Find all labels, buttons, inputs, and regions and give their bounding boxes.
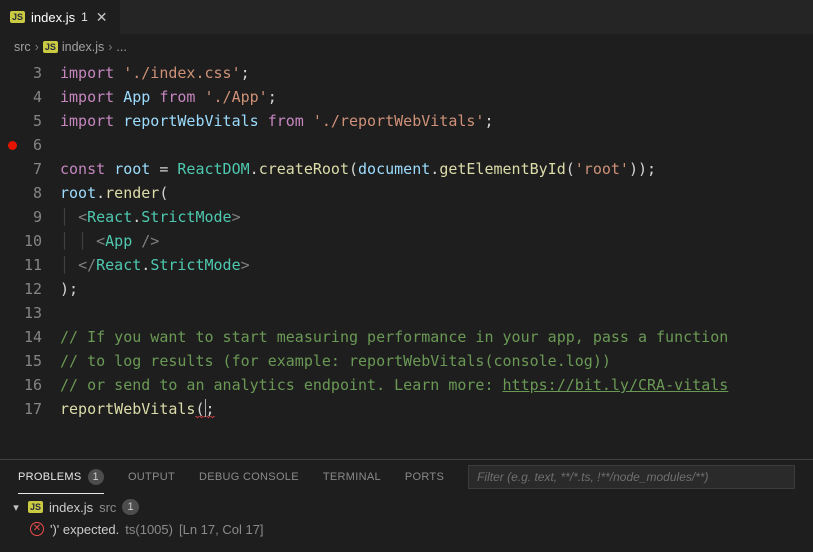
line-number: 7 <box>0 157 60 181</box>
breadcrumb-seg-src[interactable]: src <box>14 40 31 54</box>
chevron-down-icon[interactable]: ▾ <box>10 501 22 514</box>
line-number: 10 <box>0 229 60 253</box>
problem-file-folder: src <box>99 500 116 515</box>
problems-filter <box>468 465 795 489</box>
tab-dirty-indicator: 1 <box>81 10 88 24</box>
filter-input[interactable] <box>468 465 795 489</box>
tab-index-js[interactable]: JS index.js 1 ✕ <box>0 0 121 34</box>
line-number: 3 <box>0 61 60 85</box>
js-icon: JS <box>28 501 43 513</box>
line-number: 16 <box>0 373 60 397</box>
breadcrumb-seg-more[interactable]: ... <box>116 40 126 54</box>
code-lines: 3import './index.css'; 4import App from … <box>0 59 813 421</box>
tab-output[interactable]: OUTPUT <box>128 460 175 494</box>
line-number: 14 <box>0 325 60 349</box>
learn-more-link[interactable]: https://bit.ly/CRA-vitals <box>503 376 729 394</box>
line-number: 6 <box>0 133 60 157</box>
problem-code: ts(1005) <box>125 522 173 537</box>
breadcrumb: src › JS index.js › ... <box>0 35 813 59</box>
tab-label: index.js <box>31 10 75 25</box>
close-icon[interactable]: ✕ <box>94 9 110 26</box>
chevron-right-icon: › <box>108 40 112 54</box>
panel-tab-bar: PROBLEMS 1 OUTPUT DEBUG CONSOLE TERMINAL… <box>0 460 813 494</box>
js-icon: JS <box>43 41 58 53</box>
tab-bar: JS index.js 1 ✕ <box>0 0 813 35</box>
line-number: 11 <box>0 253 60 277</box>
breadcrumb-seg-file[interactable]: index.js <box>62 40 104 54</box>
problems-count-badge: 1 <box>88 469 104 485</box>
problems-list: ▾ JS index.js src 1 ✕ ')' expected. ts(1… <box>0 494 813 540</box>
tab-ports[interactable]: PORTS <box>405 460 444 494</box>
line-number: 5 <box>0 109 60 133</box>
line-number: 4 <box>0 85 60 109</box>
bottom-panel: PROBLEMS 1 OUTPUT DEBUG CONSOLE TERMINAL… <box>0 459 813 551</box>
problem-location: [Ln 17, Col 17] <box>179 522 264 537</box>
problem-item[interactable]: ✕ ')' expected. ts(1005) [Ln 17, Col 17] <box>10 518 803 540</box>
problem-message: ')' expected. <box>50 522 119 537</box>
line-number: 13 <box>0 301 60 325</box>
line-number: 17 <box>0 397 60 421</box>
line-number: 8 <box>0 181 60 205</box>
error-icon: ✕ <box>30 522 44 536</box>
editor[interactable]: 3import './index.css'; 4import App from … <box>0 59 813 459</box>
line-number: 9 <box>0 205 60 229</box>
problem-file-row[interactable]: ▾ JS index.js src 1 <box>10 496 803 518</box>
problem-file-name: index.js <box>49 500 93 515</box>
breakpoint-icon[interactable] <box>8 141 17 150</box>
tab-terminal[interactable]: TERMINAL <box>323 460 381 494</box>
line-number: 15 <box>0 349 60 373</box>
tab-problems[interactable]: PROBLEMS 1 <box>18 460 104 494</box>
tab-debug-console[interactable]: DEBUG CONSOLE <box>199 460 299 494</box>
chevron-right-icon: › <box>35 40 39 54</box>
line-number: 12 <box>0 277 60 301</box>
file-error-count-badge: 1 <box>122 499 138 515</box>
js-icon: JS <box>10 11 25 23</box>
